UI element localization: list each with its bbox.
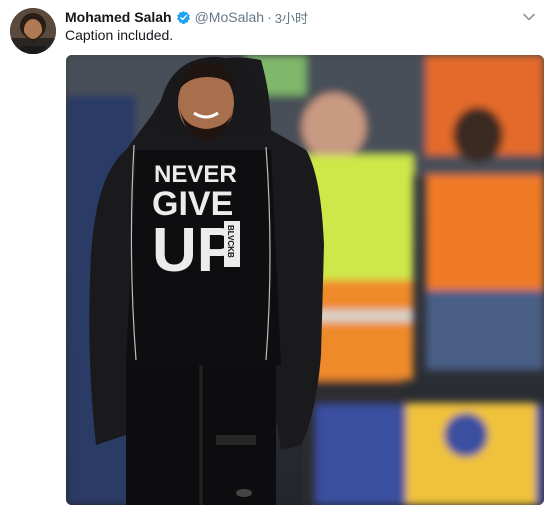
tweet-header: Mohamed Salah @MoSalah · 3小时 [65, 7, 308, 27]
tweet-card: Mohamed Salah @MoSalah · 3小时 Caption inc… [0, 0, 550, 506]
separator-dot: · [267, 9, 272, 25]
chevron-down-icon[interactable] [522, 10, 536, 24]
tweet-text: Caption included. [65, 27, 174, 43]
avatar[interactable] [10, 8, 56, 54]
tweet-photo[interactable]: NEVER GIVE UP BLVCKB [66, 55, 544, 505]
shirt-tag-text: BLVCKB [226, 225, 235, 258]
shirt-text-never: NEVER [154, 161, 237, 188]
verified-badge-icon [176, 10, 191, 25]
user-handle[interactable]: @MoSalah [195, 9, 264, 25]
display-name[interactable]: Mohamed Salah [65, 9, 172, 25]
timestamp[interactable]: 3小时 [275, 8, 308, 27]
